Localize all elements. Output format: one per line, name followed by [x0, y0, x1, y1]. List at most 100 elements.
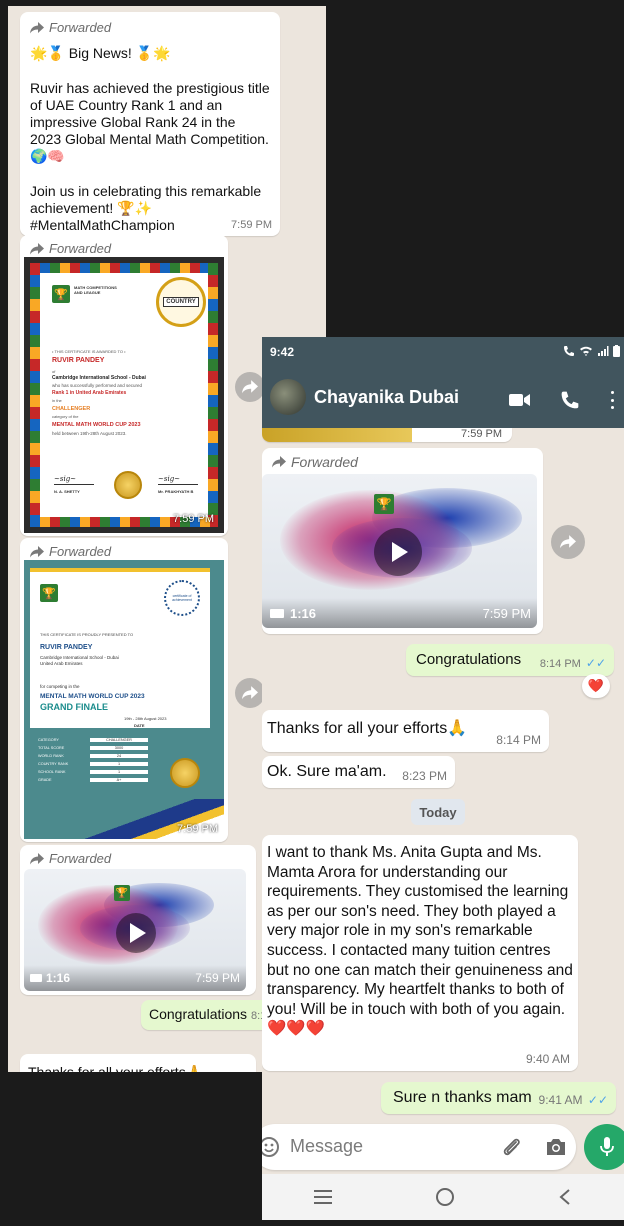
score-label: CATEGORY	[38, 738, 59, 742]
call-status-icon	[564, 346, 574, 356]
message-text: Thanks for all your efforts🙏	[267, 720, 468, 737]
message-text: Sure n thanks mam	[393, 1089, 532, 1106]
message-bubble-video[interactable]: Forwarded 🏆 1:16 7:59 PM	[20, 845, 256, 995]
score-value: 3000	[90, 746, 148, 750]
message-bubble-reply[interactable]: Sure n thanks mam 9:41 AM ✓✓	[381, 1082, 616, 1114]
play-icon	[130, 923, 146, 943]
forward-arrow-icon	[242, 380, 258, 394]
back-button-icon[interactable]	[558, 1188, 572, 1206]
contact-name[interactable]: Chayanika Dubai	[314, 387, 459, 408]
cert-awarded-line: • THIS CERTIFICATE IS AWARDED TO •	[52, 349, 126, 354]
message-text: Ok. Sure ma'am.	[267, 763, 387, 780]
cert-date-label: DATE	[134, 723, 145, 728]
cert-event: MENTAL MATH WORLD CUP 2023	[52, 422, 141, 428]
attach-icon[interactable]	[500, 1136, 522, 1158]
forwarded-label: Forwarded	[30, 20, 270, 35]
message-bubble-certificate-1[interactable]: Forwarded 🏆 MATH COMPETITIONS AND LEAGUE…	[20, 235, 228, 536]
reaction-badge[interactable]: ❤️	[582, 674, 610, 698]
recents-button[interactable]	[314, 1190, 332, 1204]
message-text: Congratulations	[149, 1006, 248, 1022]
score-row: CATEGORY CHALLENGER	[38, 736, 148, 744]
trophy-logo-icon: 🏆	[374, 494, 394, 514]
cert-competing: for competing in the	[40, 684, 80, 689]
league-logo-icon: 🏆	[52, 285, 70, 303]
forward-arrow-icon	[30, 21, 44, 33]
flag-border-left	[30, 263, 40, 527]
trophy-logo-icon: 🏆	[114, 885, 130, 901]
status-icons	[563, 345, 620, 357]
score-label: GRADE	[38, 778, 52, 782]
system-nav-bar	[262, 1174, 624, 1220]
mic-button[interactable]	[584, 1124, 624, 1170]
signature-2: ~sig~	[158, 475, 198, 485]
forward-arrow-icon	[242, 686, 258, 700]
forward-arrow-icon	[560, 535, 576, 549]
heart-reaction-icon: ❤️	[587, 678, 605, 693]
forwarded-text: Forwarded	[291, 454, 358, 470]
score-value: 1	[90, 762, 148, 766]
message-text: I want to thank Ms. Anita Gupta and Ms. …	[267, 844, 573, 1038]
forward-arrow-icon	[30, 545, 44, 557]
message-time: 9:41 AM	[538, 1093, 583, 1107]
forward-arrow-icon	[272, 456, 286, 468]
share-button[interactable]	[235, 372, 265, 402]
more-options-icon[interactable]	[611, 391, 615, 409]
chat-header: 9:42 Chayanika Dubai	[262, 337, 624, 428]
message-bubble-congratulations[interactable]: Congratulations 8:14 PM ✓✓	[406, 644, 614, 676]
message-input-placeholder[interactable]: Message	[290, 1136, 363, 1157]
score-value: 24	[90, 754, 148, 758]
play-button[interactable]	[374, 528, 422, 576]
message-time: 9:40 AM	[525, 1052, 570, 1066]
message-bubble-certificate-2[interactable]: Forwarded 🏆 certificate of achievement T…	[20, 538, 228, 842]
play-button[interactable]	[116, 913, 156, 953]
message-bubble-big-news[interactable]: Forwarded 🌟🥇 Big News! 🥇🌟 Ruvir has achi…	[20, 12, 280, 267]
seal-text: certificate of achievement	[172, 594, 192, 602]
score-row: COUNTRY RANK 1	[38, 760, 148, 768]
flag-border-right	[208, 263, 218, 527]
certificate-image-country-rank[interactable]: 🏆 MATH COMPETITIONS AND LEAGUE COUNTRY •…	[24, 257, 224, 533]
share-button[interactable]	[235, 678, 265, 708]
message-bubble-thanks-partial[interactable]: Thanks for all your efforts🙏	[20, 1054, 256, 1072]
contact-avatar[interactable]	[270, 379, 306, 415]
cert-recipient-name: RUVIR PANDEY	[52, 357, 105, 364]
video-camera-icon	[30, 974, 42, 982]
message-bubble-certificate-sliver[interactable]: 7:59 PM	[262, 428, 512, 442]
share-button[interactable]	[551, 525, 585, 559]
message-time: 7:59 PM	[173, 513, 214, 525]
score-row: SCHOOL RANK 1	[38, 768, 148, 776]
certificate-image-grand-finale[interactable]: 🏆 certificate of achievement THIS CERTIF…	[24, 560, 224, 839]
video-thumbnail[interactable]: 🏆 1:16 7:59 PM	[262, 474, 537, 628]
message-text: Thanks for all your efforts🙏	[28, 1064, 204, 1072]
message-bubble-thank-you[interactable]: I want to thank Ms. Anita Gupta and Ms. …	[262, 835, 578, 1071]
cert-category: CHALLENGER	[52, 406, 91, 412]
message-time: 7:59 PM	[231, 219, 272, 231]
back-button[interactable]	[262, 379, 270, 415]
forwarded-label: Forwarded	[24, 849, 252, 866]
message-time: 8:23 PM	[402, 769, 447, 783]
signatory-1: N. A. SHETTY	[54, 489, 80, 494]
camera-icon[interactable]	[545, 1137, 567, 1157]
message-bubble-ok-sure[interactable]: Ok. Sure ma'am. 8:23 PM	[262, 756, 455, 788]
cert-in-the: in the	[52, 398, 62, 403]
message-bubble-thanks[interactable]: Thanks for all your efforts🙏 8:14 PM	[262, 710, 549, 752]
video-call-icon[interactable]	[509, 393, 531, 407]
message-time: 7:59 PM	[482, 606, 531, 621]
forward-arrow-icon	[30, 852, 44, 864]
cert-of: of	[52, 369, 56, 374]
voice-call-icon[interactable]	[560, 390, 580, 410]
read-ticks-icon: ✓✓	[587, 1093, 608, 1107]
signal-icon	[598, 346, 609, 356]
message-time: 7:59 PM	[195, 971, 240, 985]
forwarded-text: Forwarded	[49, 241, 112, 256]
video-thumbnail[interactable]: 🏆 1:16 7:59 PM	[24, 869, 246, 991]
gold-medal-icon	[114, 471, 142, 499]
message-bubble-video[interactable]: Forwarded 🏆 1:16 7:59 PM	[262, 448, 543, 634]
emoji-icon[interactable]	[262, 1136, 280, 1158]
cert-dates: 19th - 28th August 2023	[124, 716, 167, 721]
status-bar-time: 9:42	[270, 345, 295, 359]
big-news-line: 🌟🥇 Big News! 🥇🌟	[30, 45, 171, 61]
home-button[interactable]	[436, 1188, 454, 1206]
country-seal-icon: COUNTRY	[156, 277, 206, 327]
play-icon	[392, 542, 408, 562]
cert-who-line: who has successfully performed and secur…	[52, 383, 143, 388]
